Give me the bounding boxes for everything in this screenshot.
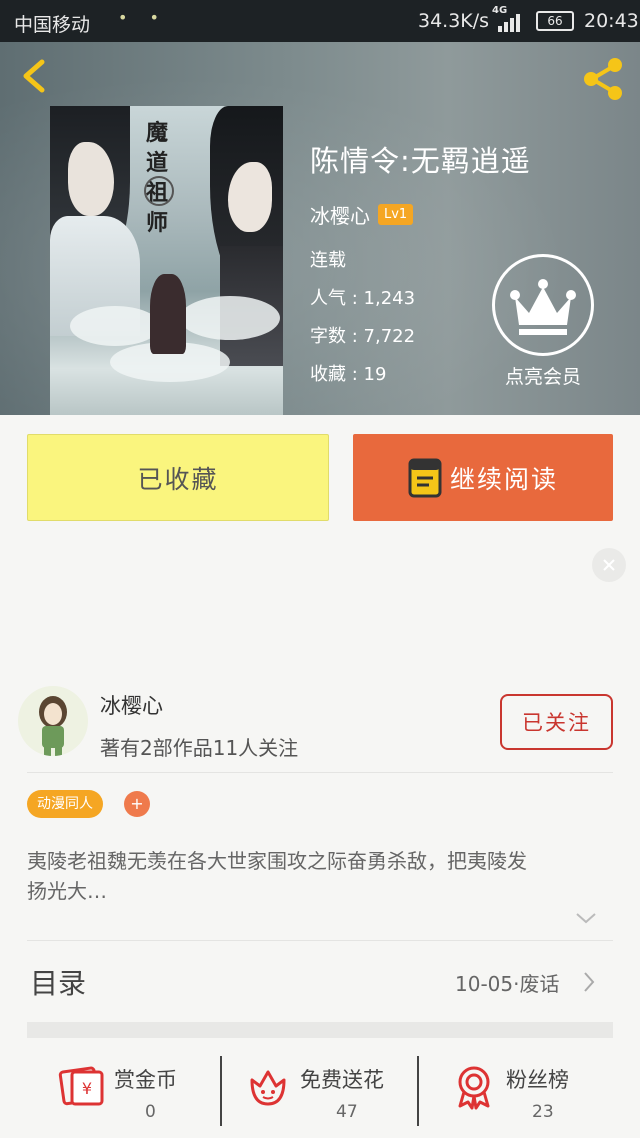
carrier-name: 中国移动 [14,14,91,36]
book-cover[interactable]: 魔道祖师 [50,106,283,415]
favorites-label: 收藏 [310,364,346,385]
cover-seal [144,176,174,206]
medal-icon [458,1066,490,1110]
book-title: 陈情令:无羁逍遥 [310,144,531,178]
clock: 20:43 [584,10,639,32]
battery-icon: 66 [536,11,574,31]
add-tag-button[interactable]: + [124,791,150,817]
author-row: 冰樱心 Lv1 [310,200,414,229]
wordcount-value: 7,722 [363,326,416,347]
share-button[interactable] [580,56,626,102]
book-info: 陈情令:无羁逍遥 冰樱心 Lv1 连载 人气 : 1,243 字数 : 7,72… [310,138,531,385]
back-arrow-icon [23,59,45,93]
network-speed: 34.3K/s [418,10,490,32]
continue-reading-button[interactable]: 继续阅读 [353,434,613,521]
category-tag[interactable]: 动漫同人 [27,790,103,818]
section-band [27,1022,613,1038]
book-header: 魔道祖师 陈情令:无羁逍遥 冰樱心 Lv1 连载 人气 : 1,243 字数 :… [0,42,640,415]
fan-ranking-label: 粉丝榜 [506,1068,569,1092]
expand-description-button[interactable] [574,910,598,926]
free-flowers-count: 47 [336,1102,358,1122]
tip-coins-button[interactable]: ¥ 赏金币 0 [58,1038,208,1138]
favorites-value: 19 [363,364,387,385]
book-icon [408,458,442,497]
fan-ranking-count: 23 [532,1102,554,1122]
bottom-separator [417,1056,419,1126]
tip-coins-label: 赏金币 [114,1068,177,1092]
level-badge: Lv1 [378,204,414,225]
book-description[interactable]: 夷陵老祖魏无羡在各大世家围攻之际奋勇杀敌，把夷陵发扬光大… [27,846,527,906]
toc-label[interactable]: 目录 [30,962,86,1002]
bottom-separator [220,1056,222,1126]
flower-icon [250,1070,286,1106]
divider [27,772,613,773]
chevron-right-icon[interactable] [582,970,596,994]
vip-button[interactable]: 点亮会员 [492,254,594,389]
favorites-stat: 收藏 : 19 [310,364,387,385]
author-card-name[interactable]: 冰樱心 [100,690,163,720]
fan-ranking-button[interactable]: 粉丝榜 23 [450,1038,600,1138]
book-status: 连载 [310,250,346,271]
crown-icon [492,254,594,356]
free-flowers-button[interactable]: 免费送花 47 [244,1038,414,1138]
latest-chapter-title: 废话 [519,972,560,996]
continue-reading-label: 继续阅读 [449,464,558,494]
popularity-value: 1,243 [363,288,416,309]
popularity-stat: 人气 : 1,243 [310,288,416,309]
latest-chapter-date: 10-05 [455,972,514,996]
chevron-down-icon [576,913,596,924]
signal-icon [498,14,524,32]
coin-envelope-icon: ¥ [58,1066,104,1106]
share-icon [584,58,622,100]
close-icon [603,559,615,571]
status-bar: 中国移动 •• 34.3K/s 4G 66 20:43 [0,0,640,42]
follow-button[interactable]: 已关注 [500,694,613,750]
collected-button[interactable]: 已收藏 [27,434,329,521]
wordcount-stat: 字数 : 7,722 [310,326,416,347]
divider [27,940,613,941]
svg-text:¥: ¥ [82,1079,92,1098]
tip-coins-count: 0 [145,1102,156,1122]
free-flowers-label: 免费送花 [300,1068,384,1092]
author-avatar[interactable] [18,686,88,756]
close-ad-button[interactable] [592,548,626,582]
back-button[interactable] [14,56,54,96]
notification-dots: •• [118,8,181,27]
author-card-meta: 著有2部作品11人关注 [100,736,299,760]
wordcount-label: 字数 [310,326,346,347]
author-name[interactable]: 冰樱心 [310,200,370,229]
bottom-action-bar: ¥ 赏金币 0 免费送花 47 粉丝榜 23 [0,1038,640,1138]
vip-label: 点亮会员 [504,366,581,388]
latest-chapter[interactable]: 10-05·废话 [455,968,559,997]
popularity-label: 人气 [310,288,346,309]
